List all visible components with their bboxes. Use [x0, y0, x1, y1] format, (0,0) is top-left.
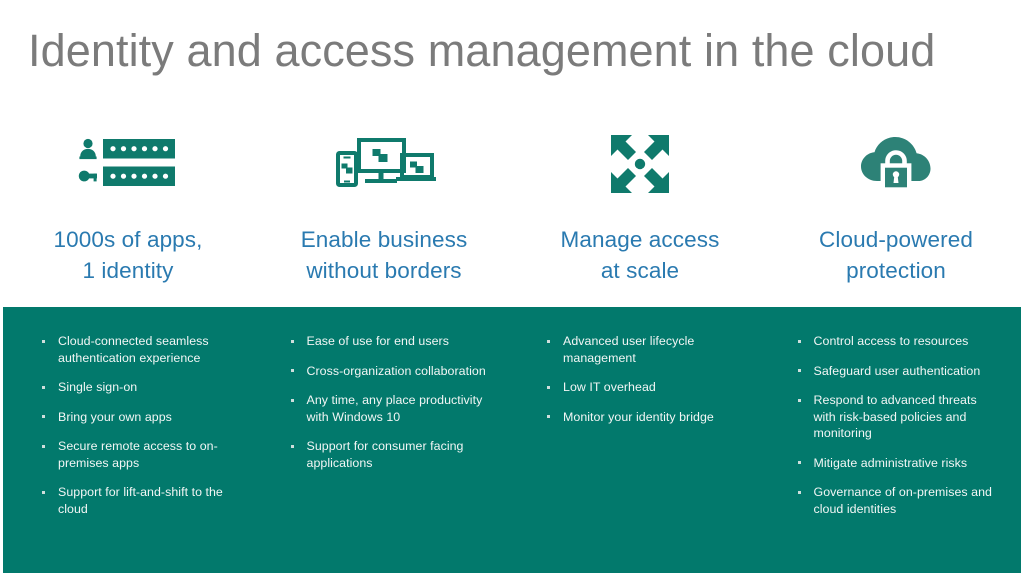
list-item: Control access to resources: [797, 333, 1002, 350]
details-panel: Cloud-connected seamless authentication …: [3, 307, 1021, 573]
feature-heading-2-line1: Enable business: [300, 227, 468, 252]
list-item: Support for lift-and-shift to the cloud: [41, 484, 240, 517]
list-item: Cross-organization collaboration: [290, 363, 499, 380]
feature-heading-1-line2: 1 identity: [82, 258, 174, 283]
detail-column-2: Ease of use for end users Cross-organiza…: [258, 333, 513, 573]
detail-column-4: Control access to resources Safeguard us…: [767, 333, 1022, 573]
feature-heading-1-line1: 1000s of apps,: [53, 227, 203, 252]
feature-heading-2: Enable business without borders: [301, 224, 468, 286]
list-item: Ease of use for end users: [290, 333, 499, 350]
detail-list-2: Ease of use for end users Cross-organiza…: [290, 333, 499, 471]
credentials-user-password-icon: [78, 128, 178, 200]
feature-heading-4: Cloud-powered protection: [819, 224, 973, 286]
feature-heading-4-line2: protection: [846, 258, 946, 283]
detail-column-1: Cloud-connected seamless authentication …: [3, 333, 258, 573]
detail-columns: Cloud-connected seamless authentication …: [3, 307, 1021, 573]
detail-list-1: Cloud-connected seamless authentication …: [41, 333, 240, 517]
list-item: Cloud-connected seamless authentication …: [41, 333, 240, 366]
multi-device-icon: [332, 128, 436, 200]
list-item: Respond to advanced threats with risk-ba…: [797, 392, 1002, 442]
feature-column-4: Cloud-powered protection: [768, 128, 1024, 303]
cloud-lock-icon: [860, 128, 932, 200]
slide: Identity and access management in the cl…: [0, 0, 1024, 576]
list-item: Safeguard user authentication: [797, 363, 1002, 380]
detail-list-4: Control access to resources Safeguard us…: [797, 333, 1002, 517]
list-item: Mitigate administrative risks: [797, 455, 1002, 472]
feature-heading-4-line1: Cloud-powered: [819, 227, 973, 252]
page-title: Identity and access management in the cl…: [28, 25, 936, 76]
feature-heading-3: Manage access at scale: [561, 224, 720, 286]
feature-column-2: Enable business without borders: [256, 128, 512, 303]
list-item: Support for consumer facing applications: [290, 438, 499, 471]
list-item: Governance of on-premises and cloud iden…: [797, 484, 1002, 517]
list-item: Bring your own apps: [41, 409, 240, 426]
detail-list-3: Advanced user lifecycle management Low I…: [546, 333, 753, 425]
feature-heading-2-line2: without borders: [306, 258, 462, 283]
list-item: Monitor your identity bridge: [546, 409, 753, 426]
feature-heading-1: 1000s of apps, 1 identity: [53, 224, 202, 286]
feature-heading-3-line2: at scale: [600, 258, 680, 283]
feature-column-3: Manage access at scale: [512, 128, 768, 303]
list-item: Single sign-on: [41, 379, 240, 396]
list-item: Any time, any place productivity with Wi…: [290, 392, 499, 425]
list-item: Advanced user lifecycle management: [546, 333, 753, 366]
detail-column-3: Advanced user lifecycle management Low I…: [512, 333, 767, 573]
expand-arrows-scale-icon: [609, 128, 671, 200]
feature-heading-3-line1: Manage access: [560, 227, 720, 252]
feature-column-1: 1000s of apps, 1 identity: [0, 128, 256, 303]
list-item: Low IT overhead: [546, 379, 753, 396]
feature-columns-top: 1000s of apps, 1 identity Enable busines…: [0, 128, 1024, 303]
list-item: Secure remote access to on-premises apps: [41, 438, 240, 471]
